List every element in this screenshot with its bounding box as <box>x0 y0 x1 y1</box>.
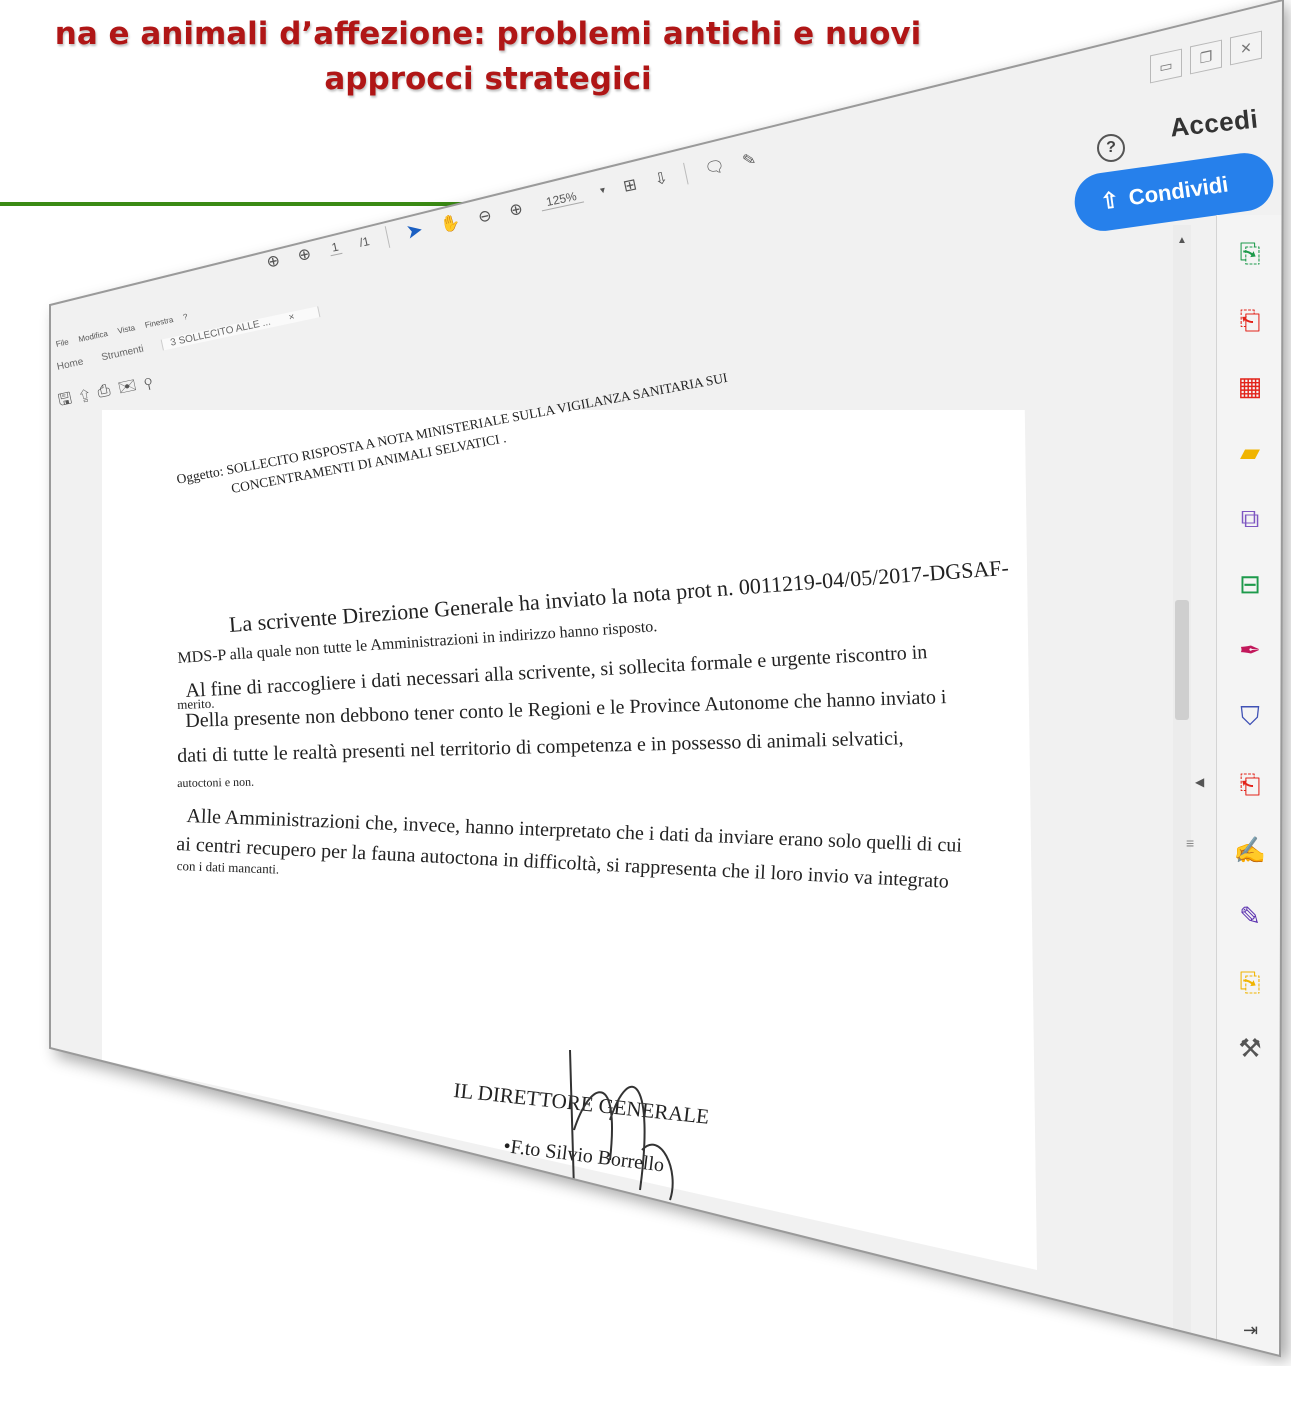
restore-icon[interactable]: ❐ <box>1190 39 1222 75</box>
select-tool-icon[interactable]: ➤ <box>404 217 426 245</box>
expand-panel-icon[interactable]: ⇥ <box>1243 1320 1258 1341</box>
create-pdf-icon[interactable]: ⎗ <box>1232 302 1268 338</box>
organize-pages-icon[interactable]: ▦ <box>1232 368 1268 404</box>
share-icon: ⇧ <box>1098 186 1121 215</box>
handwritten-signature <box>569 1049 674 1201</box>
scroll-mode-icon[interactable]: ⇩ <box>652 167 670 189</box>
toolbar-divider-2 <box>683 162 689 184</box>
search-icon[interactable]: ⚲ <box>142 371 161 391</box>
collapse-panel-icon[interactable]: ◀ <box>1195 775 1204 789</box>
paragraph-3-line-3: autoctoni e non. <box>177 774 255 790</box>
pdf-page <box>102 410 1037 1270</box>
request-signature-icon[interactable]: ✍ <box>1232 832 1268 868</box>
more-tools-icon[interactable]: ⚒ <box>1232 1030 1268 1066</box>
tab-strumenti[interactable]: Strumenti <box>100 344 144 364</box>
scroll-up-icon[interactable]: ▲ <box>1177 235 1187 246</box>
send-for-signature-icon[interactable]: ✎ <box>1232 898 1268 934</box>
menu-file[interactable]: File <box>55 337 69 348</box>
slide-title: na e animali d’affezione: problemi antic… <box>0 12 988 102</box>
share-label: Condividi <box>1127 171 1230 211</box>
export-pdf-icon[interactable]: ⎘ <box>1232 235 1268 271</box>
scrollbar-thumb[interactable] <box>1175 600 1189 720</box>
page-toolbar: ⊕ ⊕ 1 /1 ➤ ✋ ⊖ ⊕ 125% ▾ ⊞ ⇩ 🗨 ✎ <box>264 117 907 328</box>
comment-tool-icon[interactable]: 🗨 <box>703 155 727 179</box>
page-total: /1 <box>357 233 371 250</box>
email-icon[interactable]: ✉ <box>116 375 146 397</box>
menu-finestra[interactable]: Finestra <box>144 315 174 330</box>
prev-page-icon[interactable]: ⊕ <box>265 250 282 272</box>
zoom-select[interactable]: 125% <box>539 187 584 212</box>
minimize-icon[interactable]: ▭ <box>1150 48 1182 84</box>
panel-grip-icon[interactable]: ≡ <box>1186 835 1194 851</box>
help-icon[interactable]: ? <box>1097 134 1125 162</box>
zoom-out-icon[interactable]: ⊖ <box>476 205 494 227</box>
slide-divider <box>0 202 520 206</box>
fit-page-icon[interactable]: ⊞ <box>621 174 639 196</box>
slide-title-line-1: na e animali d’affezione: problemi antic… <box>54 16 922 52</box>
protect-icon[interactable]: ⛉ <box>1232 698 1268 734</box>
menu-modifica[interactable]: Modifica <box>78 329 109 344</box>
scan-icon[interactable]: ⎘ <box>1232 964 1268 1000</box>
zoom-in-icon[interactable]: ⊕ <box>507 198 525 220</box>
chevron-down-icon[interactable]: ▾ <box>599 185 606 197</box>
fill-sign-icon[interactable]: ✒ <box>1232 632 1268 668</box>
toolbar-divider <box>384 225 391 248</box>
hand-tool-icon[interactable]: ✋ <box>439 211 463 235</box>
slide-title-line-2: approcci strategici <box>324 61 652 97</box>
tab-home[interactable]: Home <box>56 356 84 372</box>
menu-vista[interactable]: Vista <box>117 323 136 335</box>
vertical-scrollbar[interactable] <box>1173 225 1191 1335</box>
next-page-icon[interactable]: ⊕ <box>296 243 313 265</box>
page-number-input[interactable]: 1 <box>327 239 343 257</box>
redact-icon[interactable]: ⎗ <box>1232 766 1268 802</box>
comment-icon[interactable]: ▰ <box>1232 434 1268 470</box>
close-icon[interactable]: ✕ <box>1230 30 1262 66</box>
combine-files-icon[interactable]: ⧉ <box>1232 500 1268 536</box>
sign-in-link[interactable]: Accedi <box>1169 103 1260 143</box>
pen-tool-icon[interactable]: ✎ <box>741 148 758 170</box>
menu-help[interactable]: ? <box>182 312 188 322</box>
compress-icon[interactable]: ⊟ <box>1232 566 1268 602</box>
